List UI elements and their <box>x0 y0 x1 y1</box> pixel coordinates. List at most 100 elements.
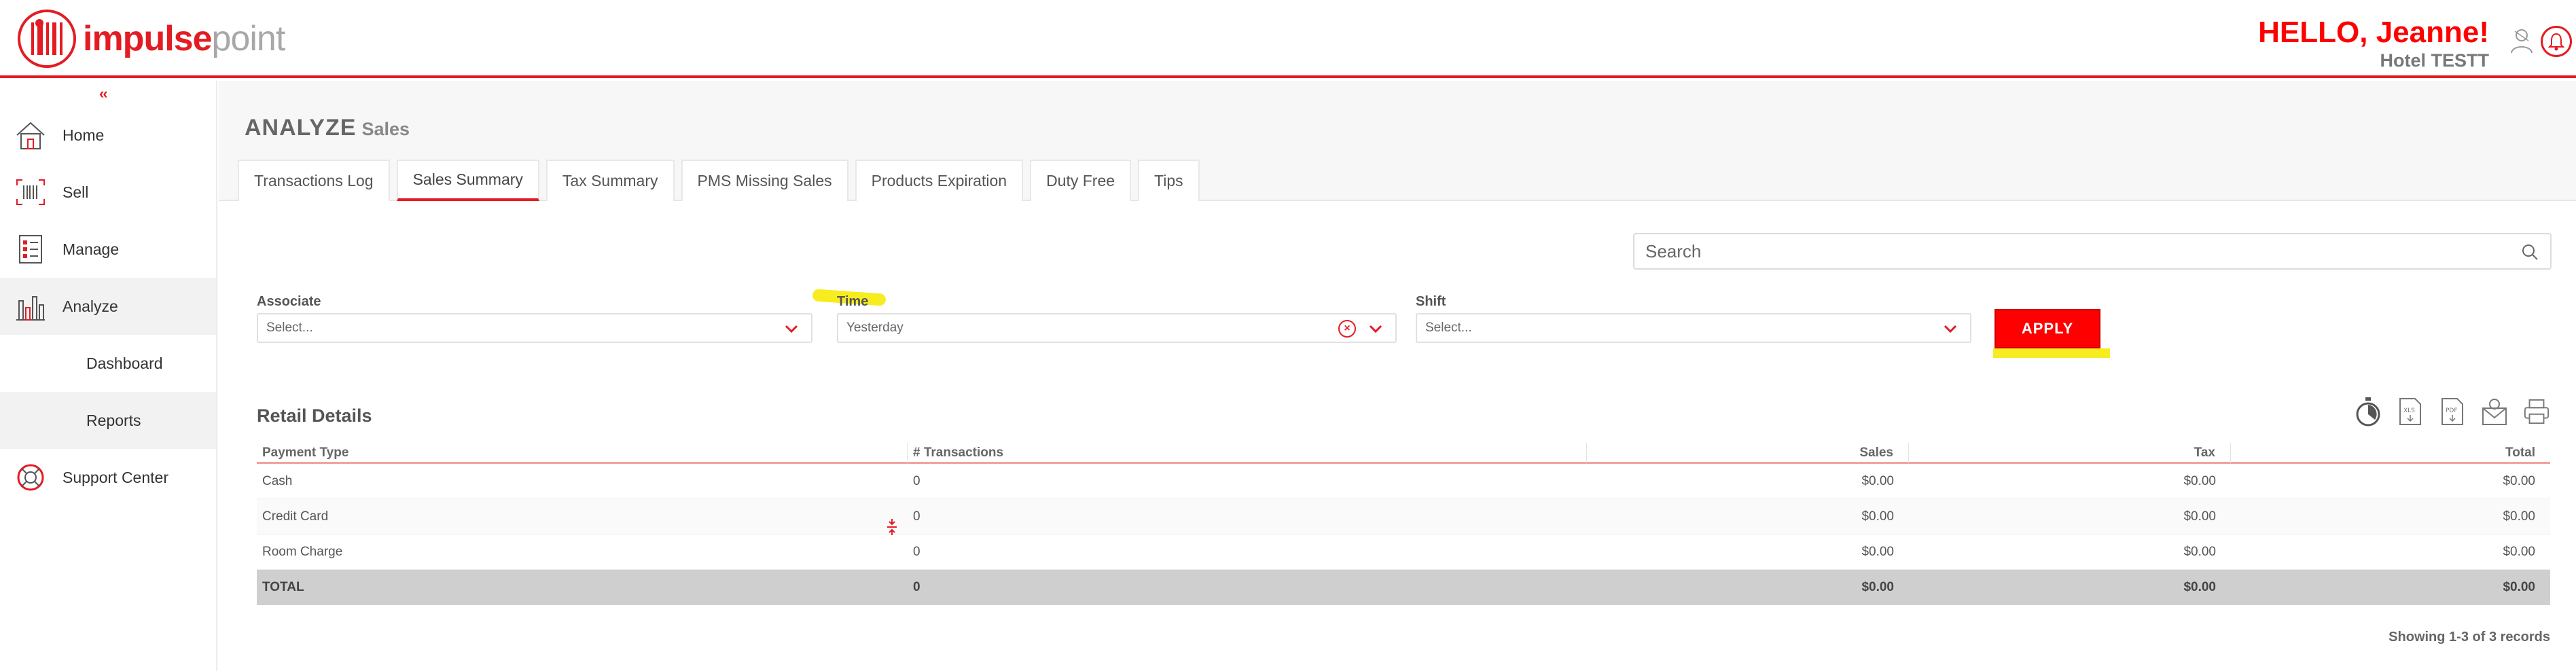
tab-sales-summary[interactable]: Sales Summary <box>396 160 539 201</box>
total-label: TOTAL <box>262 580 304 594</box>
print-icon[interactable] <box>2523 396 2550 427</box>
column-header-payment-type[interactable]: Payment Type <box>257 442 908 463</box>
house-icon <box>14 118 48 152</box>
sidebar-item-label: Manage <box>62 240 120 258</box>
table-row: Room Charge 0 $0.00 $0.00 $0.00 <box>257 534 2550 570</box>
page-title: ANALYZE Sales <box>245 115 410 141</box>
tab-products-expiration[interactable]: Products Expiration <box>855 160 1024 201</box>
tab-tax-summary[interactable]: Tax Summary <box>545 160 675 201</box>
sidebar-item-label: Analyze <box>62 297 118 315</box>
checklist-icon <box>14 232 48 266</box>
sidebar-item-label: Home <box>62 126 105 144</box>
user-profile-icon[interactable] <box>2509 27 2534 54</box>
app-header: impulsepoint HELLO, Jeanne! Hotel TESTT <box>0 0 2576 78</box>
column-header-tax[interactable]: Tax <box>1909 442 2231 463</box>
export-toolbar: XLS PDF <box>2355 396 2550 427</box>
clear-selection-icon[interactable]: × <box>1338 320 1356 338</box>
records-count: Showing 1-3 of 3 records <box>2389 630 2550 645</box>
total-sales: $0.00 <box>1861 580 1894 594</box>
cell-sales: $0.00 <box>1861 473 1894 488</box>
tab-pms-missing-sales[interactable]: PMS Missing Sales <box>681 160 848 201</box>
main-content: ANALYZE Sales Transactions Log Sales Summ… <box>219 81 2576 671</box>
cell-sales: $0.00 <box>1861 509 1894 524</box>
cell-payment-type: Room Charge <box>262 544 343 559</box>
report-tabs: Transactions Log Sales Summary Tax Summa… <box>238 160 1200 201</box>
notification-bell-icon[interactable] <box>2541 26 2572 57</box>
sidebar-item-home[interactable]: Home <box>0 107 216 164</box>
sidebar-item-manage[interactable]: Manage <box>0 221 216 278</box>
chevron-down-icon <box>1943 323 1958 335</box>
tab-tips[interactable]: Tips <box>1138 160 1200 201</box>
shift-select[interactable]: Select... <box>1416 313 1971 343</box>
pdf-export-icon[interactable]: PDF <box>2439 396 2466 427</box>
sidebar-subitem-reports[interactable]: Reports <box>0 392 216 449</box>
cell-transactions: 0 <box>913 544 920 559</box>
sidebar: ‹‹ Home Sell Manage Analyze Dashboard Re… <box>0 81 217 671</box>
total-tax: $0.00 <box>2183 580 2216 594</box>
cell-tax: $0.00 <box>2183 544 2216 559</box>
retail-details-table: Payment Type # Transactions Sales Tax To… <box>257 442 2550 605</box>
column-header-sales[interactable]: Sales <box>1587 442 1909 463</box>
page-subtitle: Sales <box>361 119 410 139</box>
time-label: Time <box>837 294 869 309</box>
bar-chart-icon <box>14 289 48 323</box>
cell-sales: $0.00 <box>1861 544 1894 559</box>
email-report-icon[interactable] <box>2481 396 2508 427</box>
sidebar-subitem-dashboard[interactable]: Dashboard <box>0 335 216 392</box>
svg-text:XLS: XLS <box>2403 407 2415 414</box>
cell-payment-type: Credit Card <box>262 509 329 524</box>
time-select-value: Yesterday <box>846 321 904 335</box>
column-header-transactions[interactable]: # Transactions <box>908 442 1587 463</box>
collapse-sidebar-button[interactable]: ‹‹ <box>99 85 108 103</box>
tab-transactions-log[interactable]: Transactions Log <box>238 160 390 201</box>
time-select[interactable]: Yesterday × <box>837 313 1397 343</box>
table-row: Cash 0 $0.00 $0.00 $0.00 <box>257 464 2550 499</box>
sidebar-item-label: Sell <box>62 183 89 201</box>
table-header-row: Payment Type # Transactions Sales Tax To… <box>257 442 2550 464</box>
cell-tax: $0.00 <box>2183 473 2216 488</box>
column-header-total[interactable]: Total <box>2231 443 2550 463</box>
cell-total: $0.00 <box>2503 509 2535 524</box>
shift-select-value: Select... <box>1425 321 1472 335</box>
sidebar-item-support-center[interactable]: Support Center <box>0 449 216 506</box>
table-row: Credit Card 0 $0.00 $0.00 $0.00 <box>257 499 2550 535</box>
cell-payment-type-container: Credit Card <box>257 509 908 535</box>
sidebar-item-label: Support Center <box>62 468 168 486</box>
chevron-down-icon <box>784 323 799 335</box>
table-total-row: TOTAL 0 $0.00 $0.00 $0.00 <box>257 570 2550 605</box>
impulsepoint-logo[interactable]: impulsepoint <box>18 10 285 68</box>
total-amount: $0.00 <box>2503 580 2535 594</box>
cell-transactions: 0 <box>913 473 920 488</box>
greeting-text: HELLO, Jeanne! <box>2258 16 2489 49</box>
cell-tax: $0.00 <box>2183 509 2216 524</box>
page-header: ANALYZE Sales Transactions Log Sales Summ… <box>219 81 2576 201</box>
total-transactions: 0 <box>913 580 920 594</box>
retail-details-title: Retail Details <box>257 405 372 426</box>
xls-export-icon[interactable]: XLS <box>2397 396 2424 427</box>
hotel-name: Hotel TESTT <box>2380 50 2490 71</box>
lifebuoy-icon <box>14 460 48 494</box>
apply-button[interactable]: APPLY <box>1994 309 2100 348</box>
shift-label: Shift <box>1416 294 1446 309</box>
tab-duty-free[interactable]: Duty Free <box>1030 160 1132 201</box>
column-resize-icon[interactable] <box>884 518 899 537</box>
sidebar-item-analyze[interactable]: Analyze <box>0 278 216 335</box>
user-greeting: HELLO, Jeanne! Hotel TESTT <box>2258 18 2489 71</box>
apply-highlight-mark <box>1993 348 2110 358</box>
associate-select-value: Select... <box>266 321 313 335</box>
cell-transactions: 0 <box>913 509 920 524</box>
cell-payment-type: Cash <box>262 473 293 488</box>
barcode-scan-icon <box>14 175 48 209</box>
page-title-heading: ANALYZE <box>245 115 357 141</box>
associate-select[interactable]: Select... <box>257 313 812 343</box>
svg-text:PDF: PDF <box>2446 407 2458 414</box>
logo-mark-icon <box>18 10 76 68</box>
cell-total: $0.00 <box>2503 544 2535 559</box>
search-icon[interactable] <box>2520 242 2539 261</box>
stopwatch-icon[interactable] <box>2355 396 2382 427</box>
search-input[interactable] <box>1645 240 2494 262</box>
cell-total: $0.00 <box>2503 473 2535 488</box>
sidebar-item-sell[interactable]: Sell <box>0 164 216 221</box>
search-box <box>1633 233 2552 270</box>
chevron-down-icon <box>1368 323 1383 335</box>
